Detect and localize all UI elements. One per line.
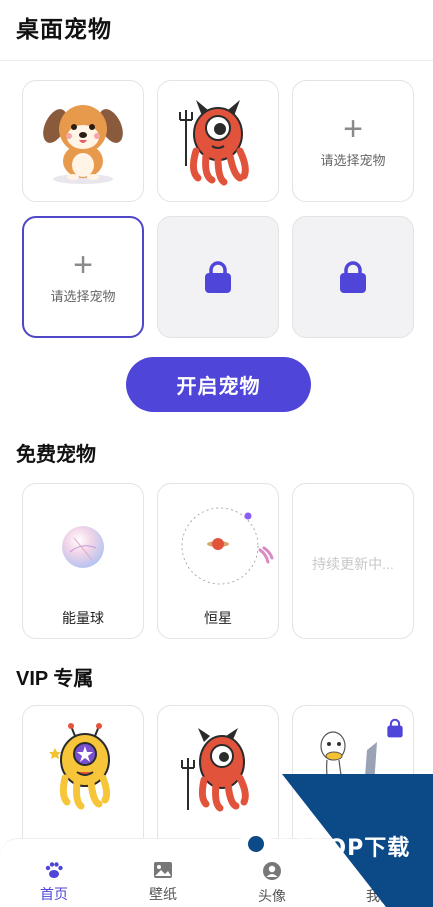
free-pet-star[interactable]: 恒星: [157, 483, 279, 639]
pet-slot-1[interactable]: [22, 80, 144, 202]
free-section-title: 免费宠物: [16, 444, 96, 466]
pet-slot-4[interactable]: + 请选择宠物: [22, 216, 144, 338]
lock-icon: [387, 718, 403, 738]
slot-hint: 请选择宠物: [50, 289, 116, 305]
lock-icon: [205, 261, 231, 293]
pet-slot-5-locked[interactable]: [157, 216, 279, 338]
paw-icon: [45, 862, 63, 878]
watermark-sub: PCPOP Download: [278, 853, 344, 862]
start-pet-button[interactable]: 开启宠物: [126, 357, 311, 412]
plus-icon: +: [343, 109, 363, 148]
lock-icon: [340, 261, 366, 293]
vip-pet-alien[interactable]: [22, 705, 144, 855]
free-pet-energy-ball[interactable]: 能量球: [22, 483, 144, 639]
pet-slot-3[interactable]: + 请选择宠物: [292, 80, 414, 202]
plus-icon: +: [73, 245, 93, 284]
slot-hint: 请选择宠物: [320, 153, 386, 169]
tab-label: 首页: [40, 886, 68, 902]
page-title: 桌面宠物: [16, 16, 112, 42]
coming-soon-text: 持续更新中...: [312, 556, 394, 572]
image-icon: [154, 862, 172, 878]
pet-slot-6-locked[interactable]: [292, 216, 414, 338]
card-label: 能量球: [62, 610, 104, 626]
pet-slot-2[interactable]: [157, 80, 279, 202]
tab-wallpaper[interactable]: 壁纸: [109, 839, 217, 907]
vip-section-title: VIP 专属: [16, 668, 94, 690]
free-pet-coming-soon: 持续更新中...: [292, 483, 414, 639]
energy-ball-icon: [62, 526, 104, 568]
header-divider: [0, 60, 433, 61]
tab-home[interactable]: 首页: [0, 839, 108, 907]
star-orbit-icon: [181, 507, 274, 585]
dog-icon: [43, 105, 123, 184]
red-octopus-devil-icon: [179, 100, 249, 186]
card-label: 恒星: [204, 610, 232, 626]
yellow-alien-icon: [49, 723, 111, 810]
tab-label: 壁纸: [149, 886, 177, 902]
